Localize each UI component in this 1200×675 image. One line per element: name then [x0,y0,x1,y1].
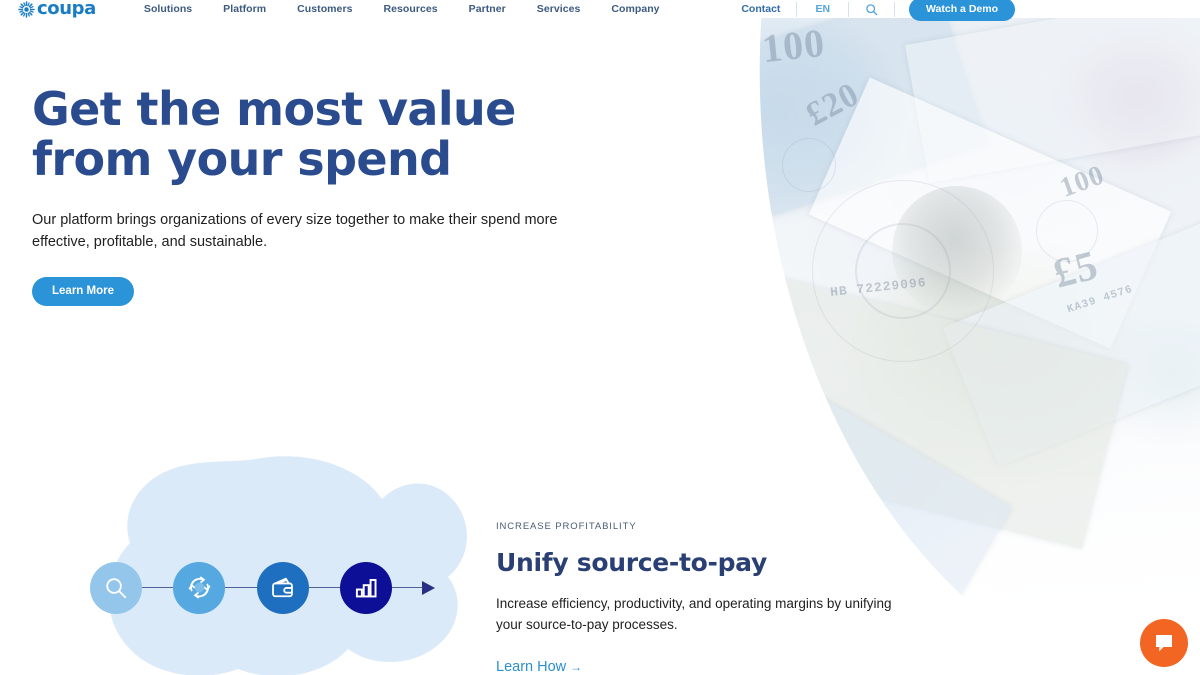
refresh-cycle-icon [188,576,211,599]
nav-item-customers[interactable]: Customers [297,3,352,15]
flow-connector [391,586,423,589]
wallet-icon [272,577,293,598]
hero-title-line-2: from your spend [32,132,452,186]
arrow-right-icon [422,580,435,595]
hero-subtitle: Our platform brings organizations of eve… [32,212,558,250]
promo-title: Unify source-to-pay [496,548,767,577]
arrow-right-icon: → [570,660,583,674]
hero-title-line-1: Get the most value [32,82,516,136]
flow-node-procurement[interactable] [173,561,226,614]
promo-block: INCREASE PROFITABILITY Unify source-to-p… [496,521,936,675]
coupa-wordmark: coupa [37,0,96,19]
flow-connector [308,586,340,589]
chat-widget-button[interactable] [1140,619,1188,667]
top-navigation-bar: coupa Solutions Platform Customers Resou… [0,0,1200,21]
promo-body: Increase efficiency, productivity, and o… [496,596,892,632]
source-to-pay-flow [90,560,435,615]
search-button[interactable] [849,3,894,16]
watch-demo-button[interactable]: Watch a Demo [909,0,1015,21]
search-icon [866,3,878,15]
flow-node-payments[interactable] [256,561,309,614]
language-selector[interactable]: EN [797,3,848,15]
coupa-logo[interactable]: coupa [18,0,96,18]
magnifier-icon [106,577,127,598]
learn-how-label: Learn How [496,659,567,675]
nav-item-services[interactable]: Services [537,3,581,15]
flow-connector [142,586,174,589]
nav-item-platform[interactable]: Platform [223,3,266,15]
chat-bubble-icon [1156,635,1172,652]
nav-item-company[interactable]: Company [611,3,659,15]
nav-item-partner[interactable]: Partner [469,3,506,15]
hero-title: Get the most value from your spend [32,84,652,184]
flow-connector [225,586,257,589]
coupa-starburst-icon [18,0,35,18]
flow-node-analytics[interactable] [339,561,392,614]
primary-nav-links: Solutions Platform Customers Resources P… [144,3,691,15]
bar-chart-icon [355,578,377,597]
flow-node-sourcing[interactable] [90,561,142,614]
nav-item-resources[interactable]: Resources [383,3,437,15]
nav-item-solutions[interactable]: Solutions [144,3,192,15]
nav-left-group: coupa Solutions Platform Customers Resou… [0,0,691,18]
hero-copy-block: Get the most value from your spend Our p… [32,84,652,306]
promo-eyebrow: INCREASE PROFITABILITY [496,521,637,532]
nav-item-contact[interactable]: Contact [741,3,796,15]
learn-how-link[interactable]: Learn How → [496,659,582,675]
learn-more-button[interactable]: Learn More [32,277,134,306]
nav-divider [894,1,896,17]
page-root: 5 100 £20 100 £5 HB 72229096 KA39 4576 c… [0,0,1200,675]
nav-right-group: Contact EN Watch a Demo [741,0,1200,21]
